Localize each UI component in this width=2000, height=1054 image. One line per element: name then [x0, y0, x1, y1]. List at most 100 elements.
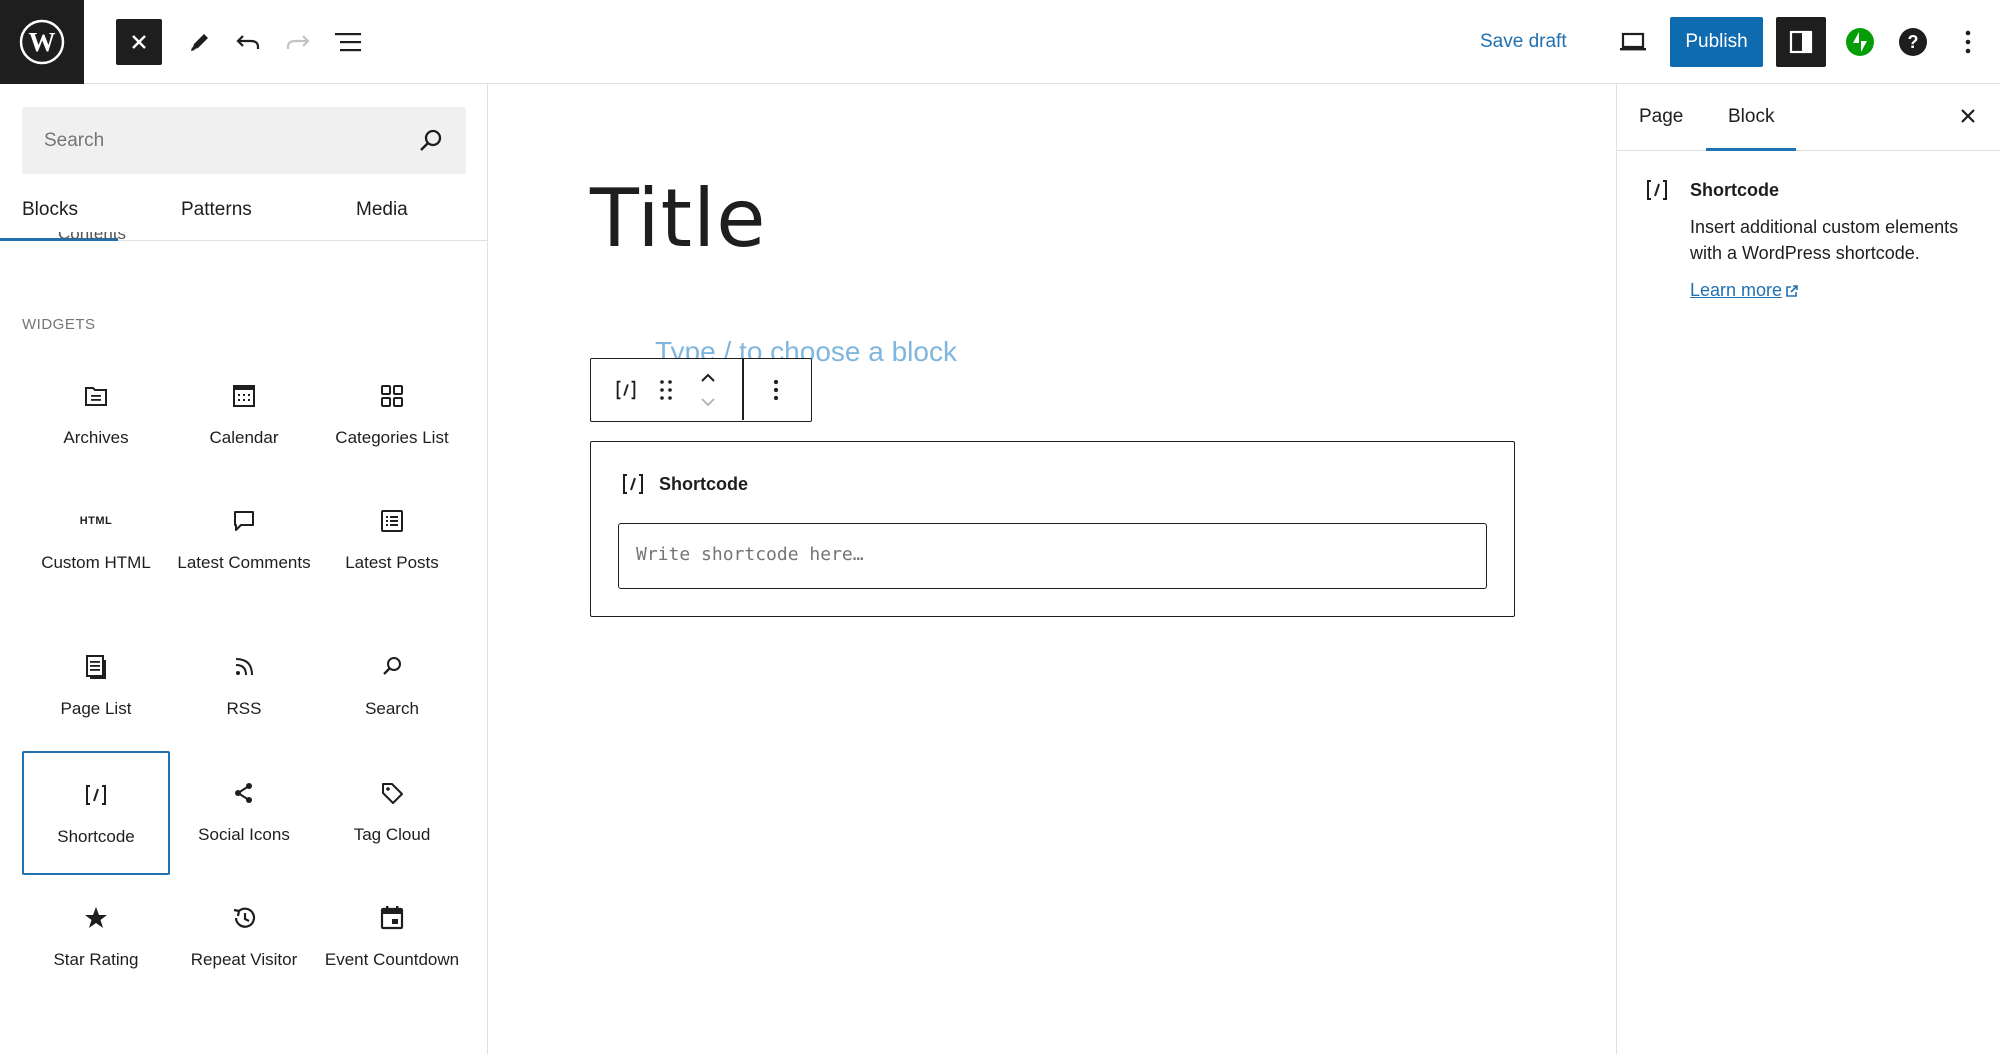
close-icon [1961, 109, 1975, 123]
sidebar-tabs: Page Block [1617, 84, 2000, 151]
chevron-down-icon [701, 398, 715, 407]
block-item-latest-comments[interactable]: Latest Comments [170, 479, 318, 624]
settings-toggle-button[interactable] [1776, 17, 1826, 67]
shortcode-input[interactable]: Write shortcode here… [618, 523, 1487, 589]
calendar-icon [233, 385, 255, 407]
shortcode-block[interactable]: Shortcode Write shortcode here… [590, 441, 1515, 617]
learn-more-label: Learn more [1690, 280, 1783, 300]
block-item-shortcode[interactable]: Shortcode [22, 751, 170, 875]
search-icon [383, 657, 401, 675]
block-item-label: Archives [63, 428, 129, 447]
search-icon [420, 129, 442, 151]
close-inserter-button[interactable] [116, 19, 162, 65]
sidebar-panel-icon [1789, 30, 1813, 54]
toolbar-separator [742, 359, 744, 420]
previous-category-item-label: Contents [58, 232, 127, 242]
block-item-star-rating[interactable]: Star Rating [22, 876, 170, 1000]
tab-block[interactable]: Block [1705, 84, 1798, 151]
block-item-label: Social Icons [198, 825, 290, 844]
block-item-event-countdown[interactable]: Event Countdown [318, 876, 466, 1000]
help-icon: ? [1899, 28, 1927, 56]
learn-more-link[interactable]: Learn more [1690, 280, 1799, 301]
block-item-repeat-visitor[interactable]: Repeat Visitor [170, 876, 318, 1000]
shortcode-block-title: Shortcode [659, 473, 749, 494]
block-item-label: Tag Cloud [353, 825, 431, 844]
comment-icon [234, 511, 254, 531]
latest-posts-icon [381, 510, 403, 532]
wordpress-logo-icon: W [19, 19, 65, 65]
shortcode-icon [623, 474, 643, 494]
block-item-label: Repeat Visitor [190, 950, 298, 969]
undo-button[interactable] [228, 22, 268, 62]
tag-icon [382, 783, 403, 804]
more-vertical-icon [1965, 30, 1971, 54]
block-type-switcher-button[interactable] [605, 359, 647, 420]
options-menu-button[interactable] [1948, 22, 1988, 62]
archive-icon [85, 387, 107, 406]
block-card-description: Insert additional custom elements with a… [1690, 217, 1959, 263]
shortcode-icon [86, 785, 106, 805]
block-item-search[interactable]: Search [318, 625, 466, 749]
shortcode-icon [616, 380, 636, 399]
star-icon [85, 907, 107, 928]
block-item-label: Latest Posts [345, 553, 439, 572]
shortcode-block-header: Shortcode [619, 470, 748, 498]
save-draft-button[interactable]: Save draft [1480, 22, 1567, 62]
block-item-categories-list[interactable]: Categories List [318, 354, 466, 478]
block-item-rss[interactable]: RSS [170, 625, 318, 749]
block-search-field[interactable]: Search [22, 107, 466, 174]
svg-text:W: W [29, 27, 56, 57]
block-item-calendar[interactable]: Calendar [170, 354, 318, 478]
block-item-custom-html[interactable]: HTML Custom HTML [22, 479, 170, 624]
post-title[interactable]: Title [590, 172, 766, 265]
block-item-label: Calendar [209, 428, 279, 447]
close-sidebar-button[interactable] [1958, 106, 1978, 126]
drag-handle[interactable] [653, 359, 679, 420]
block-inserter-panel: Search Blocks Patterns Media Contents WI… [0, 84, 488, 1054]
document-overview-button[interactable] [328, 22, 368, 62]
widgets-section-heading: WIDGETS [22, 316, 96, 333]
block-item-label: Event Countdown [324, 950, 460, 969]
external-link-icon [1786, 284, 1798, 297]
block-options-button[interactable] [753, 359, 799, 420]
page-list-icon [86, 655, 106, 679]
shortcode-icon [1647, 180, 1667, 200]
tab-patterns[interactable]: Patterns [181, 188, 252, 240]
publish-button[interactable]: Publish [1670, 17, 1763, 67]
redo-icon [286, 35, 310, 49]
block-item-archives[interactable]: Archives [22, 354, 170, 478]
block-item-page-list[interactable]: Page List [22, 625, 170, 749]
move-down-button[interactable] [691, 392, 725, 412]
move-up-button[interactable] [691, 367, 725, 389]
block-item-label: Categories List [335, 428, 449, 447]
html-icon: HTML [79, 515, 113, 527]
editor-canvas: Title Type / to choose a block Shortcode… [488, 84, 1616, 1054]
preview-button[interactable] [1613, 22, 1653, 62]
block-item-latest-posts[interactable]: Latest Posts [318, 479, 466, 624]
jetpack-icon [1846, 28, 1874, 56]
help-button[interactable]: ? [1893, 22, 1933, 62]
rss-icon [235, 658, 253, 676]
wordpress-logo-button[interactable]: W [0, 0, 84, 84]
block-item-social-icons[interactable]: Social Icons [170, 751, 318, 875]
tools-button[interactable] [180, 22, 220, 62]
block-item-label: Custom HTML [41, 553, 151, 572]
block-item-tag-cloud[interactable]: Tag Cloud [318, 751, 466, 875]
tab-media[interactable]: Media [356, 188, 408, 240]
block-item-label: RSS [226, 699, 262, 718]
list-view-icon [335, 33, 361, 52]
block-toolbar [590, 358, 812, 422]
categories-icon [381, 385, 403, 407]
block-item-label: Latest Comments [177, 553, 311, 572]
block-card-title: Shortcode [1690, 180, 1780, 200]
pencil-icon [191, 34, 208, 51]
block-item-label: Star Rating [53, 950, 139, 969]
jetpack-button[interactable] [1840, 22, 1880, 62]
redo-button[interactable] [278, 22, 318, 62]
svg-text:?: ? [1908, 32, 1919, 52]
block-item-label: Page List [60, 699, 132, 718]
drag-handle-icon [660, 379, 672, 400]
tab-page[interactable]: Page [1639, 84, 1683, 150]
more-vertical-icon [773, 379, 779, 400]
block-item-label: Shortcode [57, 827, 135, 846]
